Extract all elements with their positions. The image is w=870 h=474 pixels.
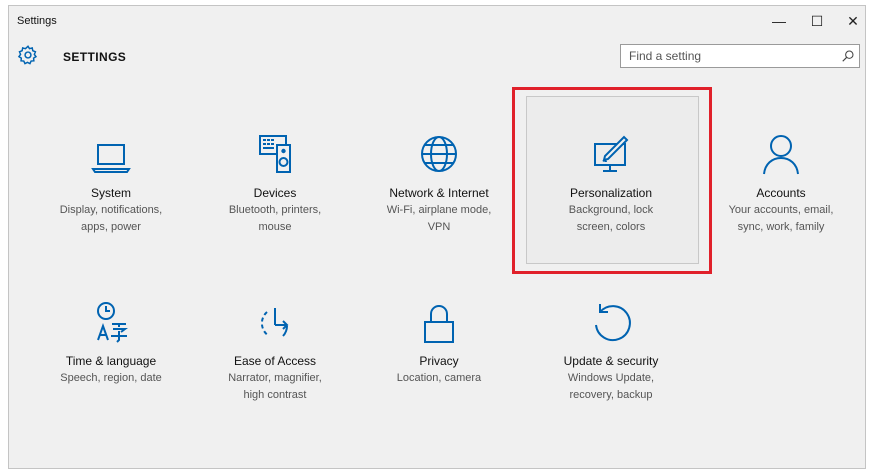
tile-description-line: Display, notifications, xyxy=(59,204,163,216)
globe-icon xyxy=(421,136,457,172)
tile-description-line: screen, colors xyxy=(576,221,646,233)
tile-personalization[interactable]: Personalization Background, lock screen,… xyxy=(531,132,691,282)
tile-description: Bluetooth, printers, mouse xyxy=(195,202,355,236)
tile-label: Personalization xyxy=(569,186,653,200)
settings-window: Settings — ☐ ✕ SETTINGS Find a setting S… xyxy=(8,5,866,469)
maximize-button[interactable]: ☐ xyxy=(799,6,835,36)
tile-description: Location, camera xyxy=(359,370,519,387)
search-input[interactable] xyxy=(621,45,831,67)
tile-description-line: recovery, backup xyxy=(569,389,653,401)
tile-description: Narrator, magnifier, high contrast xyxy=(195,370,355,404)
tile-description: Display, notifications, apps, power xyxy=(31,202,191,236)
refresh-icon xyxy=(595,304,631,342)
tile-description: Speech, region, date xyxy=(31,370,191,387)
tile-system[interactable]: System Display, notifications, apps, pow… xyxy=(31,132,191,282)
tile-label: Devices xyxy=(253,186,297,200)
tile-description-line: VPN xyxy=(427,221,451,233)
gear-icon xyxy=(17,45,38,65)
tile-description-line: mouse xyxy=(258,221,292,233)
tile-description-line: Wi-Fi, airplane mode, xyxy=(386,204,492,216)
tile-update-security[interactable]: Update & security Windows Update, recove… xyxy=(531,300,691,450)
search-icon[interactable] xyxy=(841,49,855,63)
lock-icon xyxy=(424,305,454,343)
tile-label: Accounts xyxy=(756,186,806,200)
tile-description: Background, lock screen, colors xyxy=(531,202,691,236)
close-button[interactable]: ✕ xyxy=(835,6,865,36)
devices-icon xyxy=(259,135,291,173)
tile-description-line: Background, lock xyxy=(568,204,654,216)
settings-header: SETTINGS xyxy=(9,42,865,74)
laptop-icon xyxy=(91,144,131,173)
tile-time-language[interactable]: Time & language Speech, region, date xyxy=(31,300,191,450)
search-box[interactable] xyxy=(620,44,860,68)
title-bar: Settings — ☐ ✕ xyxy=(9,6,865,36)
tile-description: Your accounts, email, sync, work, family xyxy=(701,202,861,236)
tile-description: Windows Update, recovery, backup xyxy=(531,370,691,404)
tile-privacy[interactable]: Privacy Location, camera xyxy=(359,300,519,450)
tile-description-line: Bluetooth, printers, xyxy=(228,204,322,216)
tile-devices[interactable]: Devices Bluetooth, printers, mouse xyxy=(195,132,355,282)
tile-description-line: Narrator, magnifier, xyxy=(228,372,322,384)
ease-of-access-icon xyxy=(260,308,289,337)
page-title: SETTINGS xyxy=(63,50,127,64)
tile-label: System xyxy=(90,186,131,200)
tile-description-line: Speech, region, date xyxy=(60,372,162,384)
tile-accounts[interactable]: Accounts Your accounts, email, sync, wor… xyxy=(701,132,861,282)
paint-brush-icon xyxy=(594,135,629,172)
tile-label: Time & language xyxy=(65,354,157,368)
tile-network-internet[interactable]: Network & Internet Wi-Fi, airplane mode,… xyxy=(359,132,519,282)
tile-description-line: Location, camera xyxy=(396,372,482,384)
tile-description-line: sync, work, family xyxy=(737,221,825,233)
user-icon xyxy=(763,135,799,175)
tile-label: Ease of Access xyxy=(233,354,317,368)
tile-label: Privacy xyxy=(419,354,459,368)
time-language-icon xyxy=(97,302,128,343)
minimize-button[interactable]: — xyxy=(761,6,797,36)
window-title: Settings xyxy=(17,15,57,27)
tile-description-line: Your accounts, email, xyxy=(728,204,834,216)
tile-description-line: apps, power xyxy=(81,221,141,233)
tile-label: Update & security xyxy=(563,354,659,368)
tile-description: Wi-Fi, airplane mode, VPN xyxy=(359,202,519,236)
tile-description-line: Windows Update, xyxy=(567,372,655,384)
tile-ease-of-access[interactable]: Ease of Access Narrator, magnifier, high… xyxy=(195,300,355,450)
tile-description-line: high contrast xyxy=(243,389,307,401)
tile-label: Network & Internet xyxy=(389,186,489,200)
